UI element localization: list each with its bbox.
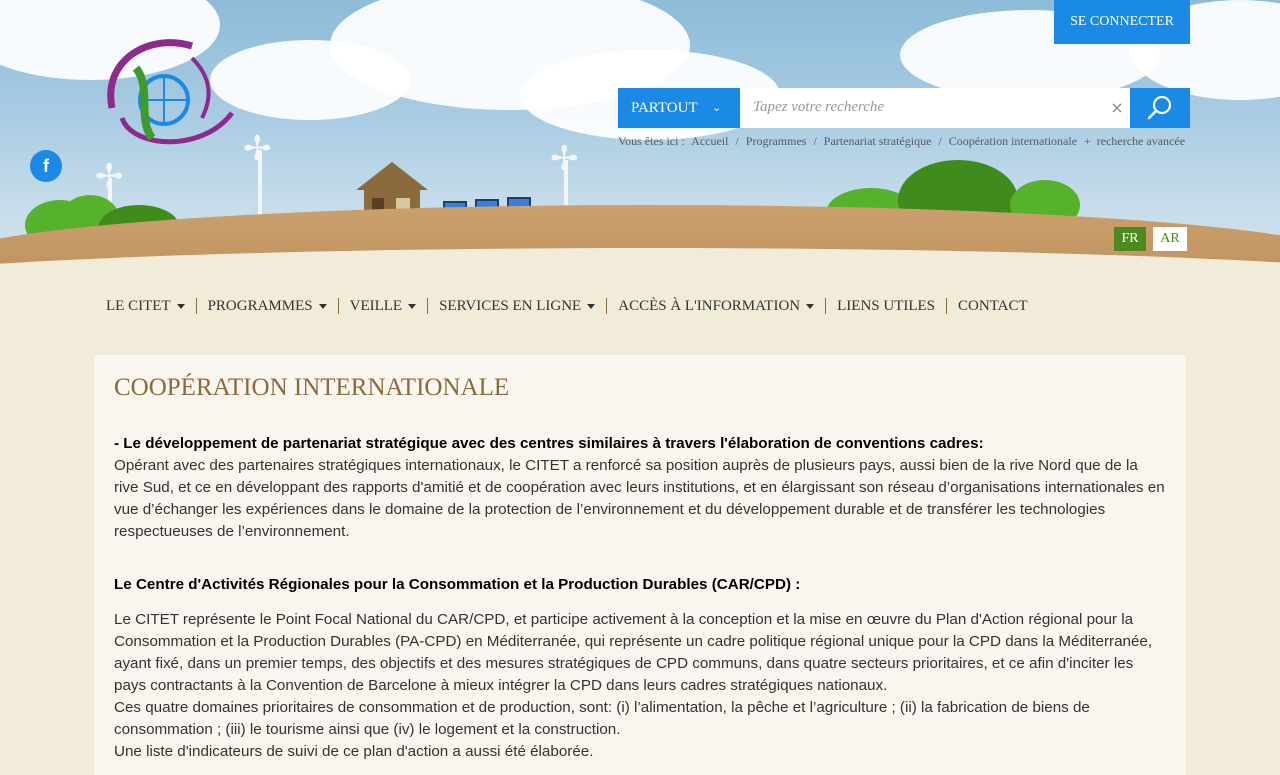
- nav-label: LE CITET: [106, 298, 171, 314]
- nav-item-services-en-ligne[interactable]: SERVICES EN LIGNE: [427, 298, 606, 314]
- paragraph: Le CITET représente le Point Focal Natio…: [114, 611, 1153, 694]
- search-icon: [1147, 95, 1172, 120]
- nav-item-veille[interactable]: VEILLE: [337, 298, 427, 314]
- nav-label: ACCÈS À L'INFORMATION: [618, 298, 801, 314]
- breadcrumb: Vous êtes ici : Accueil / Programmes / P…: [618, 134, 1081, 149]
- login-button[interactable]: SE CONNECTER: [1054, 0, 1190, 44]
- ground: [0, 248, 1280, 290]
- nav-label: CONTACT: [958, 298, 1028, 314]
- breadcrumb-item-current: Coopération internationale: [948, 134, 1078, 148]
- chevron-down-icon: ⌄: [712, 101, 722, 114]
- nav-item-acces-information[interactable]: ACCÈS À L'INFORMATION: [606, 298, 825, 314]
- page-title: COOPÉRATION INTERNATIONALE: [114, 374, 510, 401]
- article-body: - Le développement de partenariat straté…: [114, 433, 1166, 763]
- facebook-icon[interactable]: f: [30, 150, 62, 182]
- language-fr-button[interactable]: FR: [1114, 227, 1146, 251]
- main-content: COOPÉRATION INTERNATIONALE - Le développ…: [94, 355, 1186, 775]
- paragraph: Opérant avec des partenaires stratégique…: [114, 457, 1165, 540]
- nav-item-le-citet[interactable]: LE CITET: [106, 298, 196, 314]
- caret-down-icon: [806, 304, 815, 310]
- main-navigation: LE CITET PROGRAMMES VEILLE SERVICES EN L…: [106, 296, 1039, 316]
- advanced-search-link[interactable]: + recherche avancée: [1084, 134, 1185, 149]
- nav-label: PROGRAMMES: [207, 298, 313, 314]
- paragraph: Ces quatre domaines prioritaires de cons…: [114, 699, 1090, 738]
- caret-down-icon: [318, 304, 327, 310]
- search-button[interactable]: [1130, 88, 1190, 128]
- nav-item-liens-utiles[interactable]: LIENS UTILES: [825, 298, 946, 314]
- section-heading: - Le développement de partenariat straté…: [114, 435, 984, 452]
- breadcrumb-item-programmes[interactable]: Programmes: [746, 134, 807, 148]
- caret-down-icon: [408, 304, 417, 310]
- nav-label: LIENS UTILES: [837, 298, 936, 314]
- search-input[interactable]: Tapez votre recherche: [740, 88, 1130, 128]
- breadcrumb-separator: /: [813, 134, 817, 148]
- nav-item-contact[interactable]: CONTACT: [946, 298, 1039, 314]
- nav-label: VEILLE: [349, 298, 403, 314]
- caret-down-icon: [176, 304, 185, 310]
- section-heading: Le Centre d'Activités Régionales pour la…: [114, 576, 801, 593]
- search-scope-dropdown[interactable]: PARTOUT ⌄: [618, 88, 740, 128]
- paragraph: Une liste d'indicateurs de suivi de ce p…: [114, 743, 594, 760]
- turbine-blades-icon: ✢: [550, 139, 579, 179]
- breadcrumb-separator: /: [735, 134, 739, 148]
- caret-down-icon: [587, 304, 596, 310]
- citet-logo[interactable]: [92, 28, 248, 168]
- search-scope-label: PARTOUT: [631, 100, 698, 116]
- nav-item-programmes[interactable]: PROGRAMMES: [195, 298, 338, 314]
- language-ar-button[interactable]: AR: [1153, 227, 1187, 251]
- clear-icon[interactable]: ×: [1108, 88, 1126, 128]
- breadcrumb-item-accueil[interactable]: Accueil: [691, 134, 728, 148]
- breadcrumb-item-partenariat[interactable]: Partenariat stratégique: [824, 134, 932, 148]
- breadcrumb-separator: /: [938, 134, 942, 148]
- breadcrumb-prefix: Vous êtes ici :: [618, 134, 685, 148]
- nav-label: SERVICES EN LIGNE: [439, 298, 582, 314]
